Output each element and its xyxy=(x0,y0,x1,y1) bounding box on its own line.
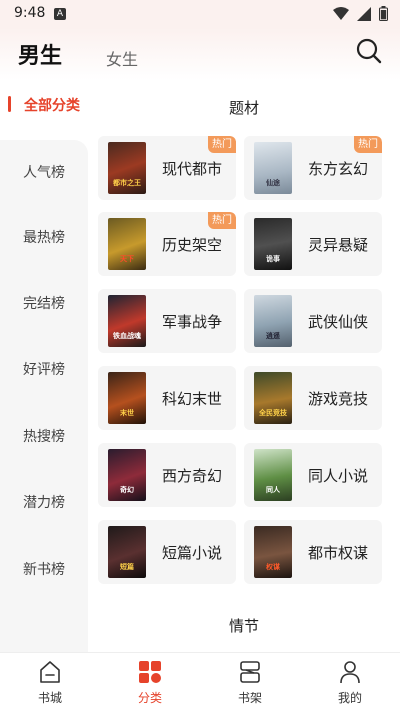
category-label: 游戏竞技 xyxy=(308,390,369,408)
nav-label: 书架 xyxy=(237,691,262,705)
category-label: 武侠仙侠 xyxy=(308,313,369,331)
book-cover: 铁血战魂 xyxy=(108,295,146,347)
book-cover: 全民竞技 xyxy=(254,372,292,424)
sidebar-item-hottest[interactable]: 最热榜 xyxy=(0,218,88,258)
book-cover: 仙途 xyxy=(254,142,292,194)
category-card-eastern-fantasy[interactable]: 仙途 东方玄幻 热门 xyxy=(244,136,382,200)
sidebar: 人气榜 最热榜 完结榜 好评榜 热搜榜 潜力榜 新书榜 xyxy=(0,140,88,652)
hot-badge: 热门 xyxy=(208,136,236,153)
sidebar-item-popular[interactable]: 人气榜 xyxy=(0,153,88,193)
category-label: 东方玄幻 xyxy=(308,160,369,178)
status-icons xyxy=(333,6,388,21)
category-card-urban-power[interactable]: 权谋 都市权谋 xyxy=(244,520,382,584)
category-card-short-stories[interactable]: 短篇 短篇小说 xyxy=(98,520,236,584)
wifi-icon xyxy=(333,6,349,20)
book-cover: 天下 xyxy=(108,218,146,270)
nav-bookstore[interactable]: 书城 xyxy=(0,653,100,710)
book-cover: 权谋 xyxy=(254,526,292,578)
status-time: 9:48 xyxy=(14,5,46,21)
nav-label: 书城 xyxy=(37,691,62,705)
category-label: 西方奇幻 xyxy=(162,467,223,485)
hot-badge: 热门 xyxy=(354,136,382,153)
book-cover: 短篇 xyxy=(108,526,146,578)
bookshelf-icon xyxy=(240,661,260,683)
sidebar-item-top-rated[interactable]: 好评榜 xyxy=(0,350,88,390)
book-cover: 同人 xyxy=(254,449,292,501)
category-card-game-esports[interactable]: 全民竞技 游戏竞技 xyxy=(244,366,382,430)
nav-bookshelf[interactable]: 书架 xyxy=(200,653,300,710)
sidebar-item-potential[interactable]: 潜力榜 xyxy=(0,483,88,523)
nav-label: 分类 xyxy=(137,691,162,705)
category-card-modern-urban[interactable]: 都市之王 现代都市 热门 xyxy=(98,136,236,200)
tab-female[interactable]: 女生 xyxy=(106,46,138,70)
category-label: 同人小说 xyxy=(308,467,369,485)
home-icon xyxy=(40,661,60,683)
hot-badge: 热门 xyxy=(208,212,236,229)
tab-male[interactable]: 男生 xyxy=(18,38,62,70)
bottom-nav: 书城 分类 书架 我的 xyxy=(0,652,400,710)
category-label: 科幻末世 xyxy=(162,390,223,408)
book-cover: 末世 xyxy=(108,372,146,424)
book-cover: 都市之王 xyxy=(108,142,146,194)
category-card-wuxia-xianxia[interactable]: 逍遥 武侠仙侠 xyxy=(244,289,382,353)
sidebar-item-new-books[interactable]: 新书榜 xyxy=(0,550,88,590)
profile-icon xyxy=(340,661,360,684)
section-title-genre: 题材 xyxy=(228,99,259,117)
sidebar-item-label: 全部分类 xyxy=(24,98,80,114)
category-icon xyxy=(139,661,161,683)
sidebar-item-trending-search[interactable]: 热搜榜 xyxy=(0,417,88,457)
category-card-scifi-apocalypse[interactable]: 末世 科幻末世 xyxy=(98,366,236,430)
nav-profile[interactable]: 我的 xyxy=(300,653,400,710)
active-indicator xyxy=(8,96,11,112)
book-cover: 诡事 xyxy=(254,218,292,270)
sidebar-item-completed[interactable]: 完结榜 xyxy=(0,284,88,324)
category-card-western-fantasy[interactable]: 奇幻 西方奇幻 xyxy=(98,443,236,507)
category-label: 短篇小说 xyxy=(162,544,223,562)
book-cover: 逍遥 xyxy=(254,295,292,347)
status-bar: 9:48 A xyxy=(0,0,400,28)
category-label: 历史架空 xyxy=(162,236,223,254)
category-card-military-war[interactable]: 铁血战魂 军事战争 xyxy=(98,289,236,353)
header: 男生 女生 xyxy=(0,28,400,80)
battery-icon xyxy=(379,6,388,21)
book-cover: 奇幻 xyxy=(108,449,146,501)
nav-label: 我的 xyxy=(337,691,362,705)
category-label: 军事战争 xyxy=(162,313,223,331)
category-label: 现代都市 xyxy=(162,160,223,178)
sidebar-item-all[interactable]: 全部分类 xyxy=(0,88,95,122)
category-label: 都市权谋 xyxy=(308,544,369,562)
nav-category[interactable]: 分类 xyxy=(100,653,200,710)
search-icon[interactable] xyxy=(354,36,384,66)
section-title-plot: 情节 xyxy=(228,617,259,635)
category-label: 灵异悬疑 xyxy=(308,236,369,254)
notification-icon: A xyxy=(54,8,66,20)
category-card-fan-fiction[interactable]: 同人 同人小说 xyxy=(244,443,382,507)
signal-icon xyxy=(357,6,371,21)
category-card-supernatural-mystery[interactable]: 诡事 灵异悬疑 xyxy=(244,212,382,276)
category-card-alt-history[interactable]: 天下 历史架空 热门 xyxy=(98,212,236,276)
